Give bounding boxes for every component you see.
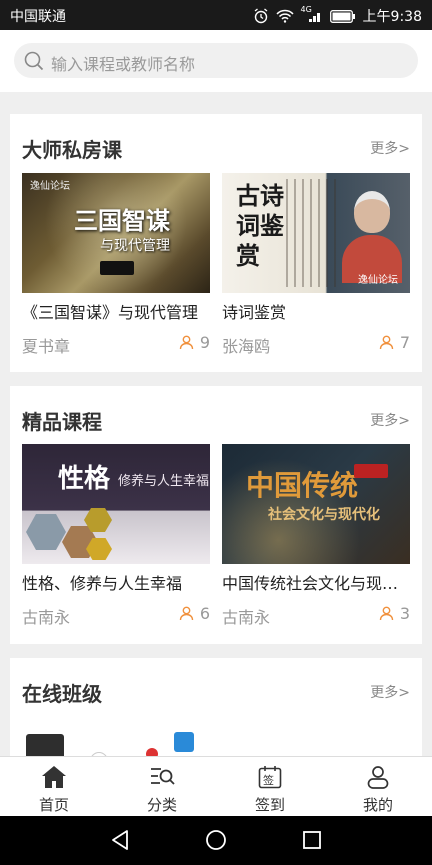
tab-label: 首页	[38, 796, 69, 814]
back-icon[interactable]	[110, 829, 130, 851]
learner-count: 9	[179, 333, 210, 352]
thumb-logo: 逸仙论坛	[358, 275, 398, 286]
course-card[interactable]: 中国传统 社会文化与现代化 中国传统社会文化与现代化 古南永 3	[222, 444, 410, 627]
count-value: 3	[399, 604, 410, 623]
course-thumbnail: 中国传统 社会文化与现代化	[222, 444, 410, 564]
person-icon	[179, 335, 194, 350]
course-title: 诗词鉴赏	[222, 303, 287, 322]
section-title: 精品课程	[22, 410, 102, 434]
person-icon	[179, 606, 194, 621]
thumb-subtitle: 社会文化与现代化	[268, 507, 380, 523]
tab-label: 分类	[146, 796, 177, 814]
tab-home[interactable]: 首页	[0, 757, 108, 816]
more-link[interactable]: 更多>	[370, 410, 410, 430]
windows-icon	[174, 732, 194, 752]
course-meta: 张海鸥 7	[222, 333, 410, 356]
course-title: 性格、修养与人生幸福	[22, 574, 183, 593]
home-icon	[42, 766, 66, 788]
count-value: 9	[199, 333, 210, 352]
tab-profile[interactable]: 我的	[324, 757, 432, 816]
thumb-badge	[354, 464, 388, 478]
thumb-title: 中国传统	[246, 469, 359, 502]
tab-label: 签到	[254, 796, 285, 814]
search-placeholder: 输入课程或教师名称	[51, 55, 196, 74]
course-meta: 古南永 6	[22, 604, 210, 627]
course-meta: 夏书章 9	[22, 333, 210, 356]
cell-signal-icon: 4G	[301, 5, 323, 23]
more-link[interactable]: 更多>	[370, 138, 410, 158]
flag-icon	[146, 748, 158, 756]
section-master-class: 大师私房课 更多> 逸仙论坛 三国智谋 与现代管理 《三国智谋》与现代管理 夏书…	[10, 114, 422, 372]
thumb-subtitle: 与现代管理	[100, 238, 170, 254]
count-value: 6	[199, 604, 210, 623]
section-title: 大师私房课	[22, 138, 122, 162]
course-thumbnail: 古诗词鉴赏 逸仙论坛	[222, 173, 410, 293]
system-nav-bar	[0, 816, 432, 865]
teacher-name: 古南永	[22, 608, 71, 627]
course-meta: 古南永 3	[222, 604, 410, 627]
count-value: 7	[399, 333, 410, 352]
search-icon	[24, 51, 44, 71]
course-title: 中国传统社会文化与现代化	[222, 574, 410, 593]
course-card[interactable]: 性格 修养与人生幸福 性格、修养与人生幸福 古南永 6	[22, 444, 210, 627]
thumb-title: 三国智谋	[74, 206, 170, 235]
tab-label: 我的	[362, 796, 393, 814]
clock: 上午9:38	[362, 9, 422, 25]
checkin-calendar-icon: 签	[258, 765, 282, 789]
checkin-icon-text: 签	[263, 774, 274, 787]
section-title: 在线班级	[22, 682, 102, 706]
user-icon	[367, 766, 389, 789]
teacher-portrait	[340, 183, 404, 283]
teacher-name: 张海鸥	[222, 337, 271, 356]
learner-count: 3	[379, 604, 410, 623]
learner-count: 6	[179, 604, 210, 623]
thumb-subtitle: 修养与人生幸福	[118, 474, 210, 489]
alarm-icon	[254, 8, 267, 24]
teacher-name: 古南永	[222, 608, 271, 627]
thumb-title: 古诗词鉴赏	[236, 181, 284, 270]
course-title: 《三国智谋》与现代管理	[22, 303, 199, 322]
person-icon	[379, 335, 394, 350]
home-button-icon[interactable]	[205, 829, 227, 851]
thumb-text-pattern	[286, 179, 342, 287]
teacher-name: 夏书章	[22, 337, 71, 356]
course-thumbnail: 性格 修养与人生幸福	[22, 444, 210, 564]
learner-count: 7	[379, 333, 410, 352]
section-premium-courses: 精品课程 更多> 性格 修养与人生幸福 性格、修养与人生幸福 古南永 6 中国传…	[10, 386, 422, 644]
battery-icon	[329, 9, 355, 23]
bottom-tab-bar: 首页 分类 签 签到 我的	[0, 756, 432, 816]
course-thumbnail: 逸仙论坛 三国智谋 与现代管理	[22, 173, 210, 293]
status-icons: 4G 上午9:38	[253, 5, 422, 26]
thumb-hexagons	[22, 508, 210, 564]
section-online-class: 在线班级 更多>	[10, 658, 422, 756]
status-bar: 中国联通 4G 上午9:38	[0, 0, 432, 30]
tab-checkin[interactable]: 签 签到	[216, 757, 324, 816]
more-link[interactable]: 更多>	[370, 682, 410, 702]
thumb-title: 性格	[58, 464, 111, 494]
seal-badge	[100, 261, 134, 275]
tab-category[interactable]: 分类	[108, 757, 216, 816]
carrier-label: 中国联通	[10, 9, 66, 25]
book-icon	[26, 734, 64, 756]
course-card[interactable]: 古诗词鉴赏 逸仙论坛 诗词鉴赏 张海鸥 7	[222, 173, 410, 356]
course-card[interactable]: 逸仙论坛 三国智谋 与现代管理 《三国智谋》与现代管理 夏书章 9	[22, 173, 210, 356]
person-icon	[379, 606, 394, 621]
search-input[interactable]: 输入课程或教师名称	[14, 43, 418, 78]
wifi-icon	[276, 9, 294, 23]
online-class-thumbnail[interactable]	[22, 730, 210, 756]
search-header: 输入课程或教师名称	[0, 30, 432, 92]
thumb-logo: 逸仙论坛	[30, 181, 70, 192]
category-search-icon	[151, 768, 175, 785]
recent-apps-icon[interactable]	[302, 830, 322, 850]
